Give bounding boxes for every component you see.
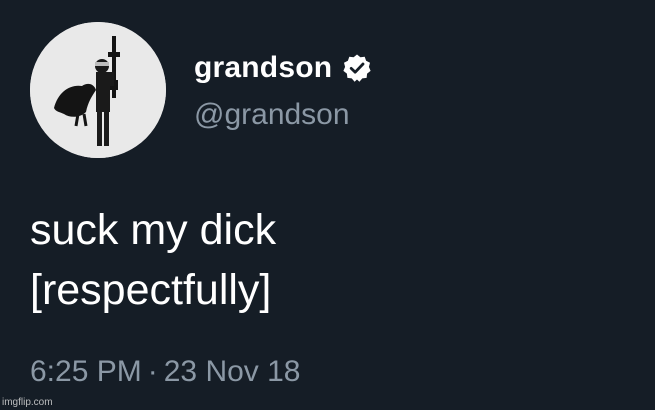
- timestamp-separator: ·: [147, 355, 158, 388]
- avatar[interactable]: [30, 22, 166, 158]
- watermark: imgflip.com: [2, 397, 53, 408]
- avatar-figure-with-rifle-and-bird-icon: [30, 22, 166, 158]
- tweet-text-line: suck my dick: [30, 206, 277, 254]
- author-row: grandson: [194, 48, 372, 88]
- tweet-card: grandson @grandson suck my dick [respect…: [0, 0, 655, 410]
- tweet-text: suck my dick [respectfully]: [30, 200, 630, 320]
- tweet-text-line: [respectfully]: [30, 266, 272, 314]
- tweet-time: 6:25 PM: [30, 355, 142, 388]
- timestamp[interactable]: 6:25 PM · 23 Nov 18: [30, 355, 301, 389]
- verified-check-badge-icon: [342, 53, 372, 83]
- tweet-date: 23 Nov 18: [163, 355, 301, 388]
- handle[interactable]: @grandson: [194, 98, 350, 132]
- display-name[interactable]: grandson: [194, 51, 332, 85]
